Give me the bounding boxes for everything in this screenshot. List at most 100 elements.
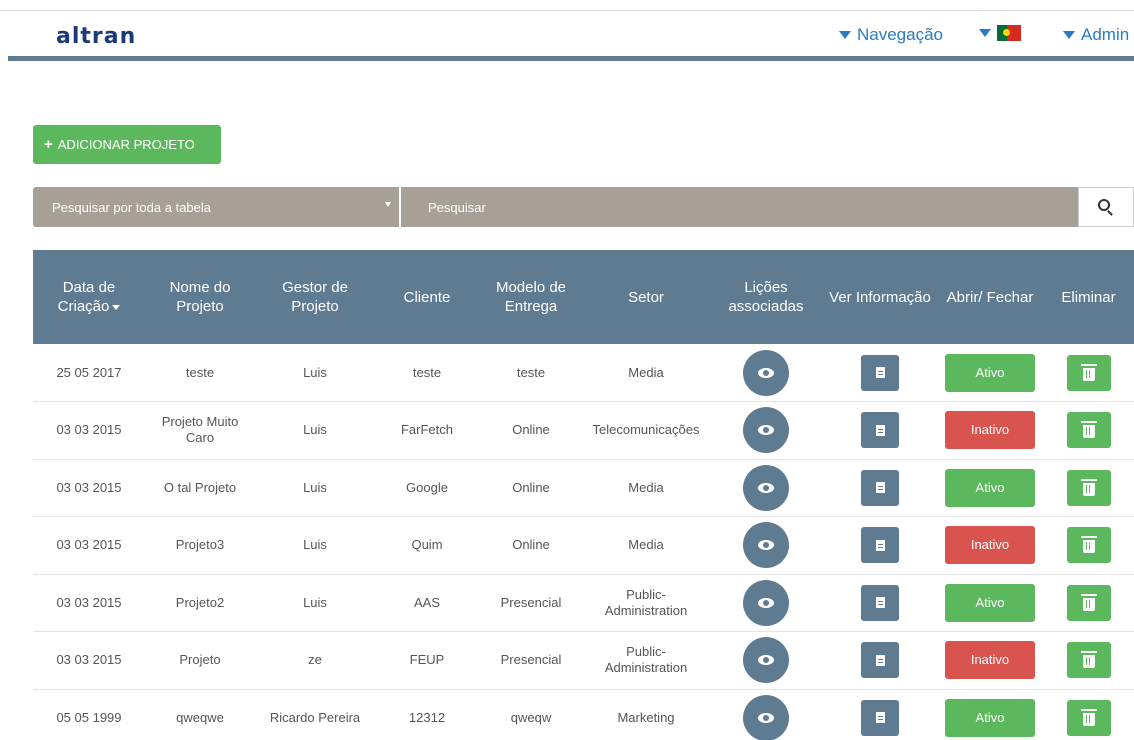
document-icon <box>875 712 885 724</box>
column-header-client[interactable]: Cliente <box>375 250 479 344</box>
table-row: 03 03 2015 Projeto2 Luis AAS Presencial Publi… <box>33 574 1134 632</box>
eye-icon <box>758 712 774 723</box>
column-header-lessons: Lições associadas <box>728 279 804 315</box>
cell-delete <box>1043 574 1134 632</box>
status-toggle-button[interactable]: Ativo <box>945 698 1035 737</box>
trash-icon <box>1080 651 1097 669</box>
view-info-button[interactable] <box>861 354 899 391</box>
view-lessons-button[interactable] <box>743 464 789 511</box>
search-scope-label: Pesquisar por toda a tabela <box>52 199 211 215</box>
delete-button[interactable] <box>1066 412 1111 449</box>
cell-date: 03 03 2015 <box>56 537 122 553</box>
cell-delivery: Online <box>512 537 550 553</box>
cell-client: 12312 <box>408 709 446 725</box>
cell-delete <box>1043 632 1134 690</box>
cell-delivery: qweqw <box>510 709 552 725</box>
cell-toggle: Ativo <box>937 689 1043 740</box>
delete-button[interactable] <box>1066 642 1111 679</box>
cell-delivery: teste <box>516 364 546 380</box>
view-info-button[interactable] <box>861 642 899 679</box>
cell-info <box>823 632 937 690</box>
view-info-button[interactable] <box>861 527 899 564</box>
cell-manager: Luis <box>303 364 327 380</box>
cell-lessons <box>709 402 823 460</box>
add-project-label: ADICIONAR PROJETO <box>57 137 195 152</box>
altran-logo[interactable]: altran <box>56 24 136 49</box>
view-info-button[interactable] <box>861 412 899 449</box>
status-toggle-button[interactable]: Ativo <box>945 583 1035 622</box>
status-toggle-button[interactable]: Ativo <box>945 353 1035 392</box>
admin-menu[interactable]: Admin <box>1063 25 1129 45</box>
cell-delete <box>1043 459 1134 517</box>
cell-manager: Luis <box>303 594 327 610</box>
cell-sector: Public-Administration <box>604 586 688 618</box>
cell-toggle: Ativo <box>937 344 1043 402</box>
cell-name: O tal Projeto <box>163 479 237 495</box>
cell-name: qweqwe <box>176 709 224 725</box>
column-header-toggle: Abrir/ Fechar <box>946 288 1034 306</box>
document-icon <box>875 482 885 494</box>
add-project-button[interactable]: + ADICIONAR PROJETO <box>33 125 221 164</box>
cell-delete <box>1043 344 1134 402</box>
column-header-date[interactable]: Data de Criação <box>33 250 145 344</box>
cell-sector: Telecomunicações <box>592 422 700 438</box>
caret-down-icon <box>1063 31 1075 39</box>
view-lessons-button[interactable] <box>743 694 789 740</box>
status-toggle-button[interactable]: Inativo <box>945 411 1035 450</box>
delete-button[interactable] <box>1066 699 1111 736</box>
plus-icon: + <box>44 136 53 153</box>
view-lessons-button[interactable] <box>743 407 789 454</box>
navigation-menu[interactable]: Navegação <box>839 25 943 45</box>
table-row: 03 03 2015 Projeto3 Luis Quim Online Media Ina… <box>33 517 1134 575</box>
view-info-button[interactable] <box>861 469 899 506</box>
delete-button[interactable] <box>1066 527 1111 564</box>
column-header-manager[interactable]: Gestor de Projeto <box>255 250 375 344</box>
cell-name: Projeto <box>179 652 221 668</box>
cell-info <box>823 517 937 575</box>
table-row: 25 05 2017 teste Luis teste teste Media Ativo <box>33 344 1134 402</box>
cell-delete <box>1043 402 1134 460</box>
status-toggle-button[interactable]: Inativo <box>945 641 1035 680</box>
eye-icon <box>758 367 774 378</box>
delete-button[interactable] <box>1066 584 1111 621</box>
view-lessons-button[interactable] <box>743 349 789 396</box>
view-lessons-button[interactable] <box>743 579 789 626</box>
column-header-delivery[interactable]: Modelo de Entrega <box>479 250 583 344</box>
cell-client: AAS <box>413 594 440 610</box>
status-toggle-button[interactable]: Inativo <box>945 526 1035 565</box>
view-info-button[interactable] <box>861 584 899 621</box>
table-row: 05 05 1999 qweqwe Ricardo Pereira 12312 qweq… <box>33 689 1134 740</box>
cell-manager: Ricardo Pereira <box>269 709 361 725</box>
column-header-sector[interactable]: Setor <box>583 250 709 344</box>
language-menu[interactable] <box>979 25 1021 41</box>
search-scope-select[interactable]: Pesquisar por toda a tabela <box>33 187 399 227</box>
search-button[interactable] <box>1078 187 1134 227</box>
navigation-label: Navegação <box>857 25 944 44</box>
delete-button[interactable] <box>1066 354 1111 391</box>
document-icon <box>875 367 885 378</box>
status-toggle-button[interactable]: Ativo <box>945 468 1035 507</box>
view-lessons-button[interactable] <box>743 637 789 684</box>
header-underline <box>8 56 1134 61</box>
view-info-button[interactable] <box>861 699 899 736</box>
search-input[interactable] <box>401 187 1078 227</box>
trash-icon <box>1080 478 1097 496</box>
trash-icon <box>1080 708 1097 726</box>
cell-client: teste <box>412 364 442 380</box>
cell-client: FEUP <box>409 652 445 668</box>
cell-toggle: Ativo <box>937 459 1043 517</box>
cell-sector: Media <box>628 537 664 553</box>
cell-lessons <box>709 574 823 632</box>
table-row: 03 03 2015 Projeto ze FEUP Presencial Public-… <box>33 632 1134 690</box>
column-header-info: Ver Informação <box>829 288 931 306</box>
table-row: 03 03 2015 Projeto Muito Caro Luis FarFetch… <box>33 402 1134 460</box>
header: altran Navegação Admin <box>0 11 1134 59</box>
trash-icon <box>1080 593 1097 611</box>
cell-delivery: Presencial <box>500 652 562 668</box>
eye-icon <box>758 482 774 493</box>
delete-button[interactable] <box>1066 469 1111 506</box>
cell-date: 25 05 2017 <box>56 364 122 380</box>
column-header-name[interactable]: Nome do Projeto <box>145 250 255 344</box>
view-lessons-button[interactable] <box>743 522 789 569</box>
cell-client: FarFetch <box>400 422 453 438</box>
